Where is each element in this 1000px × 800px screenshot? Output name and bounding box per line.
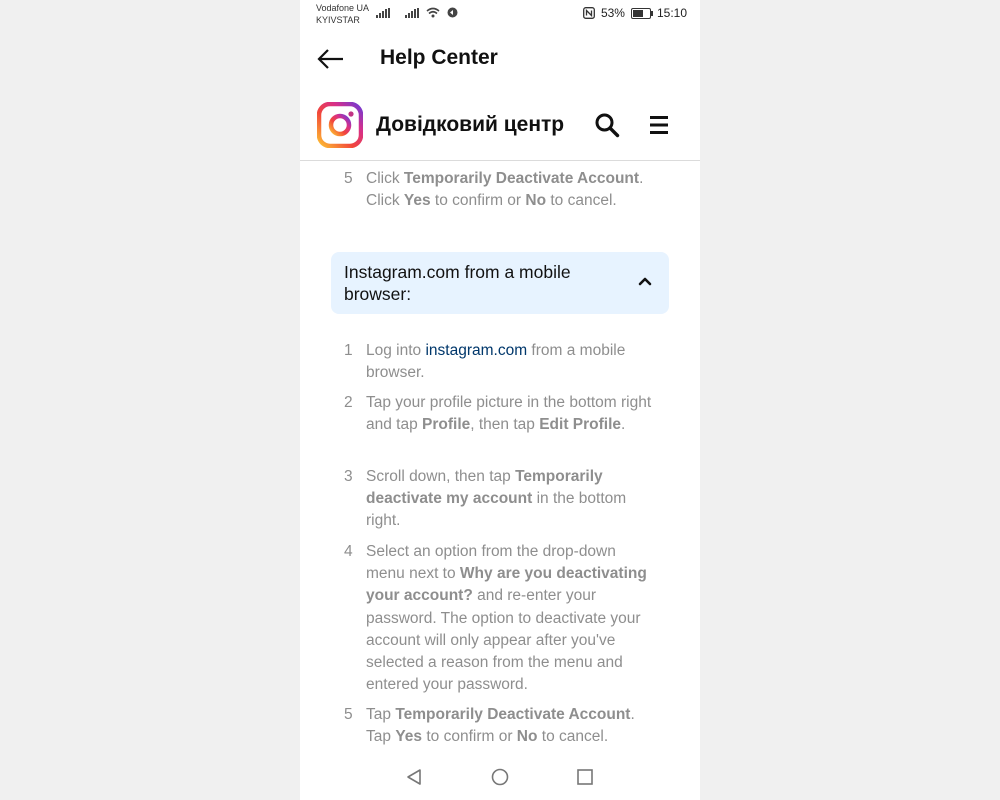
step-number: 2 <box>344 394 353 411</box>
signal-icon <box>376 7 390 18</box>
list-item: 5 Click Temporarily Deactivate Account. … <box>344 168 654 212</box>
step-text: Tap Temporarily Deactivate Account. Tap … <box>366 706 635 746</box>
signal-icon <box>405 7 419 18</box>
hamburger-menu-icon[interactable] <box>649 114 671 136</box>
carrier-primary: Vodafone UA <box>316 3 370 13</box>
square-recents-icon[interactable] <box>577 769 593 785</box>
phone-screen: Vodafone UA KYIVSTAR 53% 15:10 Help Cent… <box>300 0 700 800</box>
chevron-up-icon <box>638 277 652 286</box>
instagram-link[interactable]: instagram.com <box>425 342 527 359</box>
accordion-mobile-browser[interactable]: Instagram.com from a mobile browser: <box>331 252 669 314</box>
list-item: 1 Log into instagram.com from a mobile b… <box>344 340 654 384</box>
circle-home-icon[interactable] <box>491 768 509 786</box>
step-text: Scroll down, then tap Temporarily deacti… <box>366 468 627 530</box>
system-nav-bar <box>300 752 700 800</box>
accordion-title: Instagram.com from a mobile browser: <box>344 262 571 304</box>
status-bar: Vodafone UA KYIVSTAR 53% 15:10 <box>300 0 700 28</box>
status-icons-right: 53% 15:10 <box>582 6 687 20</box>
step-text: Select an option from the drop-down menu… <box>366 543 647 694</box>
article-content: 5 Click Temporarily Deactivate Account. … <box>300 161 700 751</box>
wifi-icon <box>426 7 440 18</box>
instagram-logo-icon[interactable] <box>317 102 363 148</box>
list-item: 5 Tap Temporarily Deactivate Account. Ta… <box>344 704 654 748</box>
carrier-secondary: KYIVSTAR <box>316 15 360 25</box>
step-number: 5 <box>344 706 353 723</box>
page-title: Help Center <box>380 46 498 69</box>
step-text: Click Temporarily Deactivate Account. Cl… <box>366 170 644 210</box>
carrier-names: Vodafone UA KYIVSTAR <box>316 2 369 26</box>
step-number: 3 <box>344 468 353 485</box>
step-number: 5 <box>344 170 353 187</box>
nfc-icon <box>582 7 595 19</box>
step-number: 4 <box>344 543 353 560</box>
triangle-back-icon[interactable] <box>405 768 423 786</box>
battery-icon <box>630 7 653 19</box>
search-icon[interactable] <box>594 112 620 138</box>
arrow-left-icon[interactable] <box>316 44 346 74</box>
list-item: 2 Tap your profile picture in the bottom… <box>344 392 654 436</box>
battery-percentage: 53% <box>600 6 625 20</box>
app-bar: Help Center <box>300 30 700 86</box>
step-text: Log into instagram.com from a mobile bro… <box>366 342 626 382</box>
step-number: 1 <box>344 342 353 359</box>
clock-time: 15:10 <box>656 6 687 20</box>
sync-icon <box>447 7 458 18</box>
help-center-header: Довідковий центр <box>300 92 700 161</box>
status-icons-left <box>376 7 458 18</box>
list-item: 4 Select an option from the drop-down me… <box>344 541 654 696</box>
list-item: 3 Scroll down, then tap Temporarily deac… <box>344 466 654 533</box>
help-center-title: Довідковий центр <box>376 113 565 136</box>
step-text: Tap your profile picture in the bottom r… <box>366 394 652 434</box>
